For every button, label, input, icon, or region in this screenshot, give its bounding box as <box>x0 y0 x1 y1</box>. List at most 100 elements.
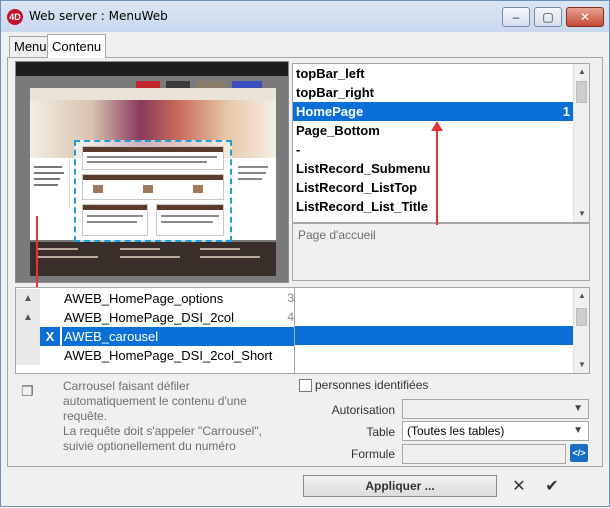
scroll-up-arrow-icon[interactable]: ▲ <box>574 288 590 304</box>
list-item[interactable]: ListRecord_ListTop <box>293 178 575 197</box>
list-item[interactable]: topBar_right <box>293 83 575 102</box>
list-item[interactable]: ▲ AWEB_HomePage_DSI_2col 4 <box>16 308 294 327</box>
preview-text-line <box>161 221 213 223</box>
widget-description: Carrousel faisant défiler automatiquemen… <box>63 379 262 453</box>
up-triangle-icon[interactable]: ▲ <box>16 289 40 308</box>
tab-contenu[interactable]: Contenu <box>47 34 107 58</box>
preview-text-line <box>34 166 62 168</box>
table-label: Table <box>366 425 395 439</box>
preview-box <box>82 204 148 236</box>
gutter <box>16 346 40 365</box>
scroll-up-arrow-icon[interactable]: ▲ <box>574 64 589 80</box>
code-editor-icon[interactable]: </> <box>570 444 588 462</box>
preview-text-line <box>200 256 260 258</box>
list-item-label: Page_Bottom <box>296 123 380 138</box>
preview-text-line <box>87 215 143 217</box>
preview-box-header <box>157 205 223 210</box>
list-item[interactable]: Page_Bottom <box>293 121 575 140</box>
chevron-down-icon: ▼ <box>573 403 583 414</box>
preview-footer <box>30 242 276 276</box>
preview-box-header <box>83 175 223 180</box>
list-item-label: AWEB_HomePage_DSI_2col <box>64 310 235 325</box>
zone-list-scrollbar[interactable]: ▲ ▼ <box>573 64 589 222</box>
list-item-label: topBar_left <box>296 66 365 81</box>
list-item-label: AWEB_carousel <box>64 329 159 344</box>
scroll-thumb[interactable] <box>576 308 587 326</box>
list-item-number: 4 <box>287 310 294 324</box>
ok-check-icon[interactable]: ✔ <box>542 477 562 497</box>
preview-text-line <box>34 172 64 174</box>
list-item-number: 1 <box>562 104 570 119</box>
list-item-label: topBar_right <box>296 85 374 100</box>
table-select[interactable]: (Toutes les tables) ▼ <box>402 421 589 441</box>
remove-x-icon[interactable]: X <box>40 327 60 346</box>
preview-text-line <box>238 166 268 168</box>
preview-thumb <box>143 185 153 193</box>
preview-text-line <box>161 215 219 217</box>
preview-text-line <box>38 256 98 258</box>
widget-list-scrollbar[interactable]: ▲ ▼ <box>573 288 589 373</box>
maximize-button[interactable]: ▢ <box>534 7 562 27</box>
widget-list-right[interactable]: ▲ ▼ <box>295 287 590 374</box>
list-item-label: - <box>296 142 301 157</box>
list-item-label: HomePage <box>296 104 364 119</box>
preview-box-header <box>83 205 147 210</box>
autorisation-label: Autorisation <box>331 403 395 417</box>
preview-text-line <box>200 248 240 250</box>
widget-list[interactable]: ▲ AWEB_HomePage_options 3 ▲ AWEB_HomePag… <box>15 287 295 374</box>
minimize-button[interactable]: – <box>502 7 530 27</box>
preview-box <box>156 204 224 236</box>
list-item[interactable]: ListRecord_Submenu <box>293 159 575 178</box>
preview-text-line <box>38 248 78 250</box>
list-item-label: ListRecord_List_Title <box>296 199 428 214</box>
list-item[interactable]: AWEB_HomePage_DSI_2col_Short <box>16 346 294 365</box>
close-button[interactable]: ✕ <box>566 7 604 27</box>
zone-description: Page d'accueil <box>292 223 590 281</box>
apply-button[interactable]: Appliquer ... <box>303 475 497 497</box>
preview-box <box>82 146 224 170</box>
list-item-label: ListRecord_ListTop <box>296 180 418 195</box>
preview-text-line <box>87 161 207 163</box>
preview-text-line <box>238 178 262 180</box>
formule-label: Formule <box>350 447 395 461</box>
preview-text-line <box>120 256 180 258</box>
identified-label: personnes identifiées <box>315 378 429 392</box>
scroll-thumb[interactable] <box>576 81 587 103</box>
preview-right-column <box>234 158 274 198</box>
preview-thumb <box>93 185 103 193</box>
identified-checkbox[interactable] <box>299 379 312 392</box>
app-4d-icon: 4D <box>7 9 23 25</box>
tab-menu[interactable]: Menu <box>9 36 52 58</box>
page-preview-image <box>15 61 289 283</box>
autorisation-select[interactable]: ▼ <box>402 399 589 419</box>
title-bar: 4D Web server : MenuWeb – ▢ ✕ <box>1 1 609 32</box>
preview-selected-zone <box>74 140 232 242</box>
list-item-label: AWEB_HomePage_options <box>64 291 224 306</box>
scroll-down-arrow-icon[interactable]: ▼ <box>574 206 589 222</box>
preview-text-line <box>87 156 217 158</box>
preview-topbar <box>16 62 288 76</box>
list-item-selected[interactable]: X AWEB_carousel <box>16 327 294 346</box>
web-server-window: 4D Web server : MenuWeb – ▢ ✕ Menu Conte… <box>0 0 610 507</box>
preview-text-line <box>87 221 137 223</box>
up-triangle-icon[interactable]: ▲ <box>16 308 40 327</box>
copy-icon[interactable]: ❐ <box>21 383 37 399</box>
list-item-number: 3 <box>287 291 294 305</box>
table-value: (Toutes les tables) <box>407 424 505 438</box>
preview-box-header <box>83 147 223 152</box>
zone-list[interactable]: topBar_left topBar_right HomePage 1 Page_… <box>292 63 590 223</box>
list-item[interactable]: ListRecord_List_Title <box>293 197 575 216</box>
preview-sidebar <box>30 158 70 208</box>
scroll-down-arrow-icon[interactable]: ▼ <box>574 357 590 373</box>
formule-input[interactable] <box>402 444 566 464</box>
selection-highlight <box>295 326 575 345</box>
gutter <box>16 327 40 346</box>
list-item[interactable]: ▲ AWEB_HomePage_options 3 <box>16 289 294 308</box>
chevron-down-icon: ▼ <box>573 425 583 436</box>
preview-carousel-box <box>82 174 224 200</box>
preview-thumb <box>193 185 203 193</box>
cancel-x-icon[interactable]: ✕ <box>509 477 529 497</box>
list-item-selected[interactable]: HomePage 1 <box>293 102 575 121</box>
list-item[interactable]: - <box>293 140 575 159</box>
list-item[interactable]: topBar_left <box>293 64 575 83</box>
